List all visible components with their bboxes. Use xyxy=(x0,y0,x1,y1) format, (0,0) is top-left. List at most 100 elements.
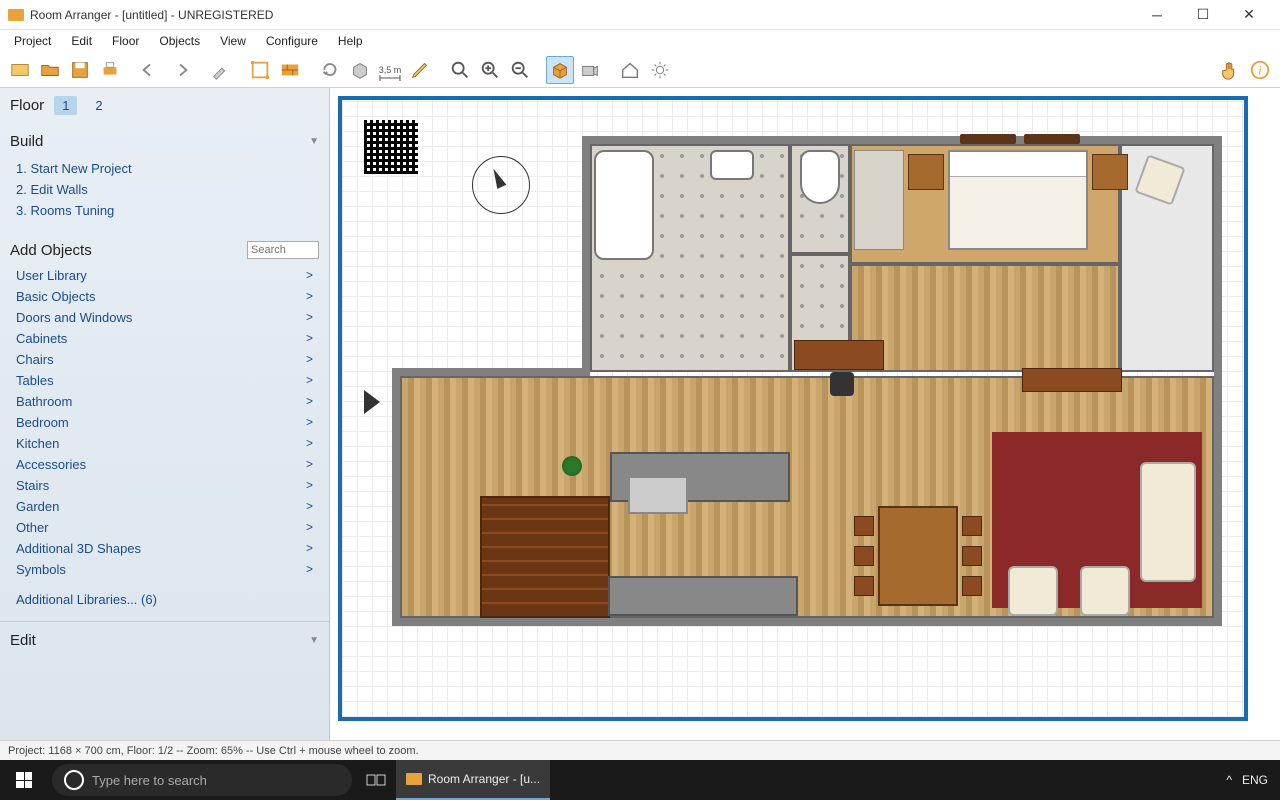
furniture-sofa[interactable] xyxy=(1140,462,1196,582)
start-button[interactable] xyxy=(0,760,48,800)
build-header[interactable]: Build ▼ xyxy=(10,127,319,156)
cat-basic-objects[interactable]: Basic Objects> xyxy=(16,286,313,307)
add-objects-header: Add Objects xyxy=(10,242,92,259)
furniture-dining-chair[interactable] xyxy=(854,576,874,596)
room-bedroom-lower[interactable] xyxy=(850,264,1120,372)
close-button[interactable]: ✕ xyxy=(1226,0,1272,30)
wall-texture-button[interactable] xyxy=(276,56,304,84)
furniture-dining-chair[interactable] xyxy=(854,516,874,536)
floor-label: Floor xyxy=(10,97,44,114)
menu-floor[interactable]: Floor xyxy=(102,32,149,50)
3d-box-button[interactable] xyxy=(346,56,374,84)
chevron-down-icon: ▼ xyxy=(309,136,319,147)
info-button[interactable]: i xyxy=(1246,56,1274,84)
furniture-armchair[interactable] xyxy=(1008,566,1058,616)
settings-gear-button[interactable] xyxy=(646,56,674,84)
language-indicator[interactable]: ENG xyxy=(1242,773,1268,787)
furniture-plant[interactable] xyxy=(562,456,582,476)
menu-view[interactable]: View xyxy=(210,32,256,50)
furniture-desk-chair[interactable] xyxy=(830,372,854,396)
build-edit-walls[interactable]: 2. Edit Walls xyxy=(16,179,313,200)
system-tray[interactable]: ^ ENG xyxy=(1214,773,1280,787)
furniture-headboard[interactable] xyxy=(960,134,1016,144)
furniture-nightstand[interactable] xyxy=(908,154,944,190)
furniture-sink[interactable] xyxy=(710,150,754,180)
furniture-headboard[interactable] xyxy=(1024,134,1080,144)
furniture-bathtub[interactable] xyxy=(594,150,654,260)
zoom-fit-button[interactable] xyxy=(446,56,474,84)
cat-kitchen[interactable]: Kitchen> xyxy=(16,433,313,454)
floor-tab-2[interactable]: 2 xyxy=(87,96,110,115)
open-button[interactable] xyxy=(36,56,64,84)
rotate-button[interactable] xyxy=(316,56,344,84)
cat-garden[interactable]: Garden> xyxy=(16,496,313,517)
furniture-dining-chair[interactable] xyxy=(962,546,982,566)
taskbar-search[interactable]: Type here to search xyxy=(52,764,352,796)
menubar: Project Edit Floor Objects View Configur… xyxy=(0,30,1280,52)
zoom-out-button[interactable] xyxy=(506,56,534,84)
cat-stairs[interactable]: Stairs> xyxy=(16,475,313,496)
3d-view-button[interactable] xyxy=(546,56,574,84)
furniture-dining-chair[interactable] xyxy=(962,576,982,596)
build-rooms-tuning[interactable]: 3. Rooms Tuning xyxy=(16,200,313,221)
furniture-desk[interactable] xyxy=(794,340,884,370)
menu-configure[interactable]: Configure xyxy=(256,32,328,50)
search-input[interactable] xyxy=(247,241,319,259)
furniture-dining-chair[interactable] xyxy=(962,516,982,536)
maximize-button[interactable]: ☐ xyxy=(1180,0,1226,30)
zoom-in-button[interactable] xyxy=(476,56,504,84)
camera-button[interactable] xyxy=(576,56,604,84)
cat-user-library[interactable]: User Library> xyxy=(16,265,313,286)
save-button[interactable] xyxy=(66,56,94,84)
cat-symbols[interactable]: Symbols> xyxy=(16,559,313,580)
undo-button[interactable] xyxy=(136,56,164,84)
furniture-dining-table[interactable] xyxy=(878,506,958,606)
brush-button[interactable] xyxy=(206,56,234,84)
cat-tables[interactable]: Tables> xyxy=(16,370,313,391)
edit-header[interactable]: Edit ▼ xyxy=(10,626,319,655)
cat-accessories[interactable]: Accessories> xyxy=(16,454,313,475)
menu-project[interactable]: Project xyxy=(4,32,61,50)
distance-button[interactable]: 3,5 m xyxy=(376,56,404,84)
furniture-tv-unit[interactable] xyxy=(1022,368,1122,392)
pencil-button[interactable] xyxy=(406,56,434,84)
furniture-kitchen-sink[interactable] xyxy=(628,476,688,514)
new-project-button[interactable] xyxy=(6,56,34,84)
floor-plan-canvas[interactable] xyxy=(338,96,1248,721)
cat-bathroom[interactable]: Bathroom> xyxy=(16,391,313,412)
tray-chevron-icon[interactable]: ^ xyxy=(1226,773,1232,787)
search-placeholder-text: Type here to search xyxy=(92,773,207,788)
menu-edit[interactable]: Edit xyxy=(61,32,102,50)
taskbar-app-room-arranger[interactable]: Room Arranger - [u... xyxy=(396,760,550,800)
menu-objects[interactable]: Objects xyxy=(149,32,210,50)
cat-bedroom[interactable]: Bedroom> xyxy=(16,412,313,433)
furniture-armchair[interactable] xyxy=(1080,566,1130,616)
cat-doors-windows[interactable]: Doors and Windows> xyxy=(16,307,313,328)
redo-button[interactable] xyxy=(166,56,194,84)
cat-3d-shapes[interactable]: Additional 3D Shapes> xyxy=(16,538,313,559)
task-view-button[interactable] xyxy=(356,760,396,800)
stairs[interactable] xyxy=(480,496,610,618)
category-list: User Library> Basic Objects> Doors and W… xyxy=(10,263,319,582)
floor-tab-1[interactable]: 1 xyxy=(54,96,77,115)
furniture-nightstand[interactable] xyxy=(1092,154,1128,190)
house-button[interactable] xyxy=(616,56,644,84)
minimize-button[interactable]: ─ xyxy=(1134,0,1180,30)
entry-arrow-icon xyxy=(364,390,380,414)
edit-walls-button[interactable] xyxy=(246,56,274,84)
cat-chairs[interactable]: Chairs> xyxy=(16,349,313,370)
hand-button[interactable] xyxy=(1216,56,1244,84)
cat-other[interactable]: Other> xyxy=(16,517,313,538)
furniture-kitchen-counter[interactable] xyxy=(608,576,798,616)
app-icon xyxy=(406,773,422,785)
cat-cabinets[interactable]: Cabinets> xyxy=(16,328,313,349)
furniture-toilet[interactable] xyxy=(800,150,840,204)
build-start-new[interactable]: 1. Start New Project xyxy=(16,158,313,179)
menu-help[interactable]: Help xyxy=(328,32,373,50)
furniture-dining-chair[interactable] xyxy=(854,546,874,566)
print-button[interactable] xyxy=(96,56,124,84)
furniture-bed[interactable] xyxy=(948,150,1088,250)
furniture-wardrobe[interactable] xyxy=(854,150,904,250)
additional-libraries-link[interactable]: Additional Libraries... (6) xyxy=(10,582,319,617)
sidebar: Floor 1 2 Build ▼ 1. Start New Project 2… xyxy=(0,88,330,740)
